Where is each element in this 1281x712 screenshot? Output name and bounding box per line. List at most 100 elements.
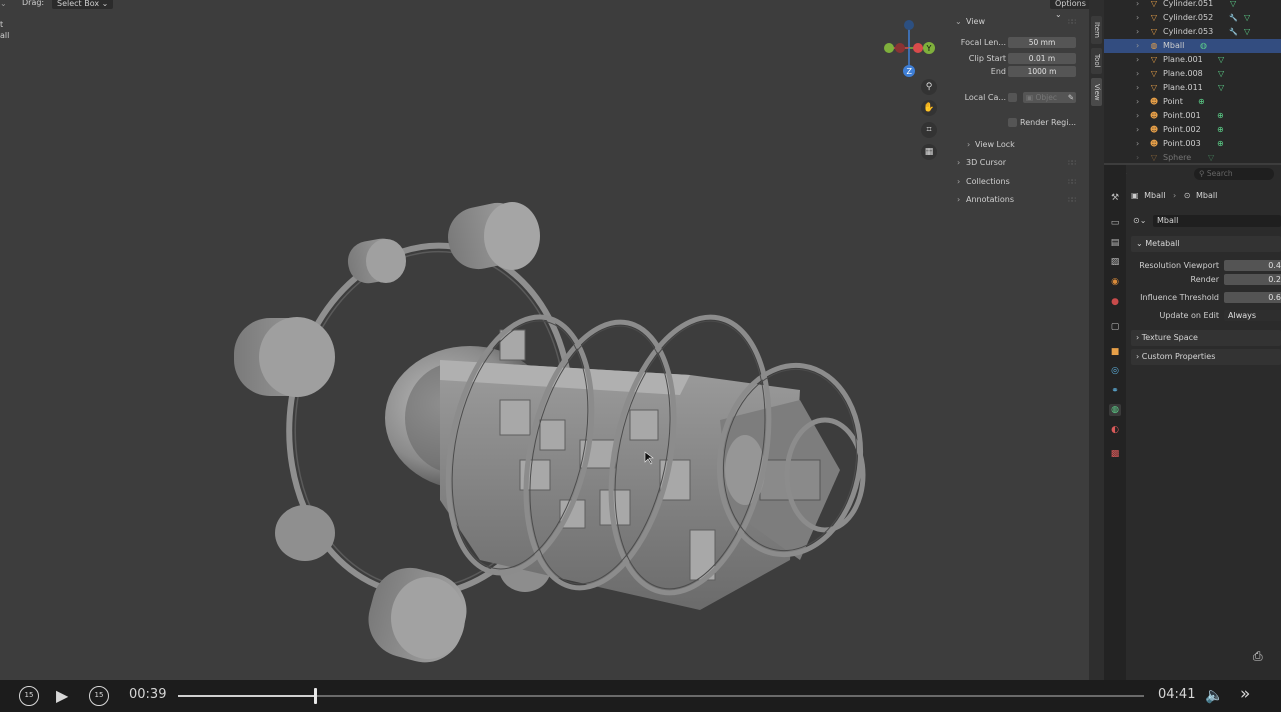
mesh-data-icon[interactable]: ▽ bbox=[1218, 67, 1224, 81]
view-lock-subpanel[interactable]: › View Lock bbox=[953, 139, 1081, 151]
mesh-data-icon[interactable]: ▽ bbox=[1218, 53, 1224, 67]
mesh-data-icon[interactable]: ▽ bbox=[1218, 81, 1224, 95]
expand-chevron-icon[interactable]: › bbox=[1136, 137, 1139, 151]
update-on-edit-dropdown[interactable]: Always bbox=[1224, 310, 1281, 321]
expand-chevron-icon[interactable]: › bbox=[1136, 67, 1139, 81]
metaball-data-icon[interactable]: ◍ bbox=[1200, 39, 1207, 53]
tab-view[interactable]: View bbox=[1091, 78, 1102, 106]
volume-icon[interactable]: 🔈 bbox=[1205, 686, 1224, 704]
render-region-checkbox[interactable] bbox=[1008, 118, 1017, 127]
modifier-wrench-icon[interactable]: 🔧 bbox=[1229, 11, 1238, 25]
metaball-browse-icon[interactable]: ⊙⌄ bbox=[1133, 215, 1146, 227]
outliner-row[interactable]: › ☻ Point.003 ⊕ bbox=[1104, 137, 1281, 151]
play-icon[interactable]: ▶ bbox=[56, 686, 68, 705]
light-data-icon[interactable]: ⊕ bbox=[1198, 95, 1205, 109]
resolution-viewport-field[interactable]: 0.4 bbox=[1224, 260, 1281, 271]
mesh-data-icon[interactable]: ▽ bbox=[1208, 151, 1214, 163]
options-dropdown[interactable]: Options ⌄ bbox=[1050, 0, 1089, 19]
expand-chevron-icon[interactable]: › bbox=[1136, 151, 1139, 163]
chevron-down-icon[interactable]: ⌄ bbox=[0, 0, 7, 8]
texture-space-section[interactable]: › Texture Space bbox=[1131, 330, 1281, 346]
outliner-row[interactable]: › ☻ Point ⊕ bbox=[1104, 95, 1281, 109]
3d-viewport[interactable]: ⌄ t all Drag: Select Box ⌄ Options ⌄ Y Z… bbox=[0, 0, 1089, 680]
light-data-icon[interactable]: ⊕ bbox=[1217, 109, 1224, 123]
mesh-data-icon[interactable]: ▽ bbox=[1230, 0, 1236, 11]
outliner-row[interactable]: › ▽ Cylinder.053 🔧 ▽ bbox=[1104, 25, 1281, 39]
tab-item[interactable]: Item bbox=[1091, 16, 1102, 44]
focal-length-field[interactable]: 50 mm bbox=[1008, 37, 1076, 48]
camera-view-icon[interactable]: ⌗ bbox=[921, 122, 937, 138]
output-icon[interactable]: ▤ bbox=[1109, 237, 1121, 249]
metaball-data-icon[interactable]: ◍ bbox=[1109, 404, 1121, 416]
object-icon[interactable]: ■ bbox=[1109, 346, 1121, 358]
modifier-wrench-icon[interactable]: 🔧 bbox=[1229, 25, 1238, 39]
view-section-header[interactable]: ⌄ View ∷∷ bbox=[953, 16, 1081, 28]
collection-icon[interactable]: ▢ bbox=[1109, 321, 1121, 333]
outliner-row[interactable]: › ▽ Plane.001 ▽ bbox=[1104, 53, 1281, 67]
clip-end-field[interactable]: 1000 m bbox=[1008, 66, 1076, 77]
hand-pan-icon[interactable]: ✋ bbox=[921, 100, 937, 116]
mesh-data-icon[interactable]: ▽ bbox=[1244, 25, 1250, 39]
local-camera-object-field[interactable]: ▣ Objec ✎ bbox=[1023, 92, 1076, 103]
expand-chevron-icon[interactable]: › bbox=[1136, 0, 1139, 11]
fast-forward-icon[interactable]: » bbox=[1240, 684, 1250, 704]
constraints-icon[interactable]: ⚭ bbox=[1109, 385, 1121, 397]
tab-tool[interactable]: Tool bbox=[1091, 48, 1102, 74]
expand-chevron-icon[interactable]: › bbox=[1136, 81, 1139, 95]
datablock-selector[interactable]: ⊙⌄ Mball bbox=[1131, 215, 1281, 227]
progress-track[interactable] bbox=[178, 695, 1144, 697]
expand-chevron-icon[interactable]: › bbox=[1136, 109, 1139, 123]
outliner-row[interactable]: › ☻ Point.001 ⊕ bbox=[1104, 109, 1281, 123]
zoom-icon[interactable]: ⚲ bbox=[921, 79, 937, 95]
select-mode-dropdown[interactable]: Select Box ⌄ bbox=[52, 0, 114, 10]
expand-chevron-icon[interactable]: › bbox=[1136, 25, 1139, 39]
expand-chevron-icon[interactable]: › bbox=[1136, 11, 1139, 25]
mesh-icon: ▽ bbox=[1150, 153, 1158, 162]
custom-properties-section[interactable]: › Custom Properties bbox=[1131, 349, 1281, 365]
collections-section[interactable]: › Collections ∷∷ bbox=[953, 176, 1081, 188]
skip-forward-15-icon[interactable]: 15 bbox=[89, 686, 109, 706]
skip-back-15-icon[interactable]: 15 bbox=[19, 686, 39, 706]
navigation-gizmo[interactable]: Y Z bbox=[880, 16, 940, 80]
texture-icon[interactable]: ▩ bbox=[1109, 448, 1121, 460]
datablock-name-field[interactable]: Mball bbox=[1153, 215, 1281, 227]
sidebar-tabs: Item Tool View bbox=[1089, 0, 1104, 680]
cursor-section[interactable]: › 3D Cursor ∷∷ bbox=[953, 157, 1081, 169]
captions-icon[interactable]: ⎙ bbox=[1253, 649, 1263, 664]
expand-chevron-icon[interactable]: › bbox=[1136, 53, 1139, 67]
render-icon[interactable]: ▭ bbox=[1109, 217, 1121, 229]
metaball-section-header[interactable]: ⌄ Metaball bbox=[1131, 236, 1281, 252]
scene-icon[interactable]: ◉ bbox=[1109, 276, 1121, 288]
expand-chevron-icon[interactable]: › bbox=[1136, 95, 1139, 109]
expand-chevron-icon[interactable]: › bbox=[1136, 39, 1139, 53]
outliner-row[interactable]: › ☻ Point.002 ⊕ bbox=[1104, 123, 1281, 137]
view-layer-icon[interactable]: ▨ bbox=[1109, 256, 1121, 268]
local-camera-checkbox[interactable] bbox=[1008, 93, 1017, 102]
outliner-row[interactable]: › ▽ Cylinder.052 🔧 ▽ bbox=[1104, 11, 1281, 25]
drag-handle-icon[interactable]: ∷∷ bbox=[1068, 157, 1076, 169]
eyedropper-icon[interactable]: ✎ bbox=[1068, 92, 1074, 103]
physics-icon[interactable]: ◎ bbox=[1109, 365, 1121, 377]
tool-settings-icon[interactable]: ⚒ bbox=[1109, 192, 1121, 204]
light-data-icon[interactable]: ⊕ bbox=[1217, 123, 1224, 137]
drag-handle-icon[interactable]: ∷∷ bbox=[1068, 194, 1076, 206]
render-resolution-field[interactable]: 0.2 bbox=[1224, 274, 1281, 285]
drag-handle-icon[interactable]: ∷∷ bbox=[1068, 16, 1076, 28]
light-data-icon[interactable]: ⊕ bbox=[1217, 137, 1224, 151]
influence-threshold-field[interactable]: 0.6 bbox=[1224, 292, 1281, 303]
outliner-row[interactable]: › ▽ Sphere ▽ bbox=[1104, 151, 1281, 163]
outliner-row[interactable]: › ▽ Cylinder.051 ▽ bbox=[1104, 0, 1281, 11]
clip-start-field[interactable]: 0.01 m bbox=[1008, 53, 1076, 64]
annotations-section[interactable]: › Annotations ∷∷ bbox=[953, 194, 1081, 206]
progress-thumb[interactable] bbox=[314, 688, 317, 704]
material-icon[interactable]: ◐ bbox=[1109, 424, 1121, 436]
outliner-row[interactable]: › ▽ Plane.008 ▽ bbox=[1104, 67, 1281, 81]
mesh-data-icon[interactable]: ▽ bbox=[1244, 11, 1250, 25]
expand-chevron-icon[interactable]: › bbox=[1136, 123, 1139, 137]
drag-handle-icon[interactable]: ∷∷ bbox=[1068, 176, 1076, 188]
axis-y-label: Y bbox=[926, 44, 932, 53]
world-icon[interactable]: ● bbox=[1109, 296, 1121, 308]
perspective-grid-icon[interactable]: ▦ bbox=[921, 144, 937, 160]
outliner-row[interactable]: › ▽ Plane.011 ▽ bbox=[1104, 81, 1281, 95]
outliner-row[interactable]: › ◍ Mball ◍ bbox=[1104, 39, 1281, 53]
